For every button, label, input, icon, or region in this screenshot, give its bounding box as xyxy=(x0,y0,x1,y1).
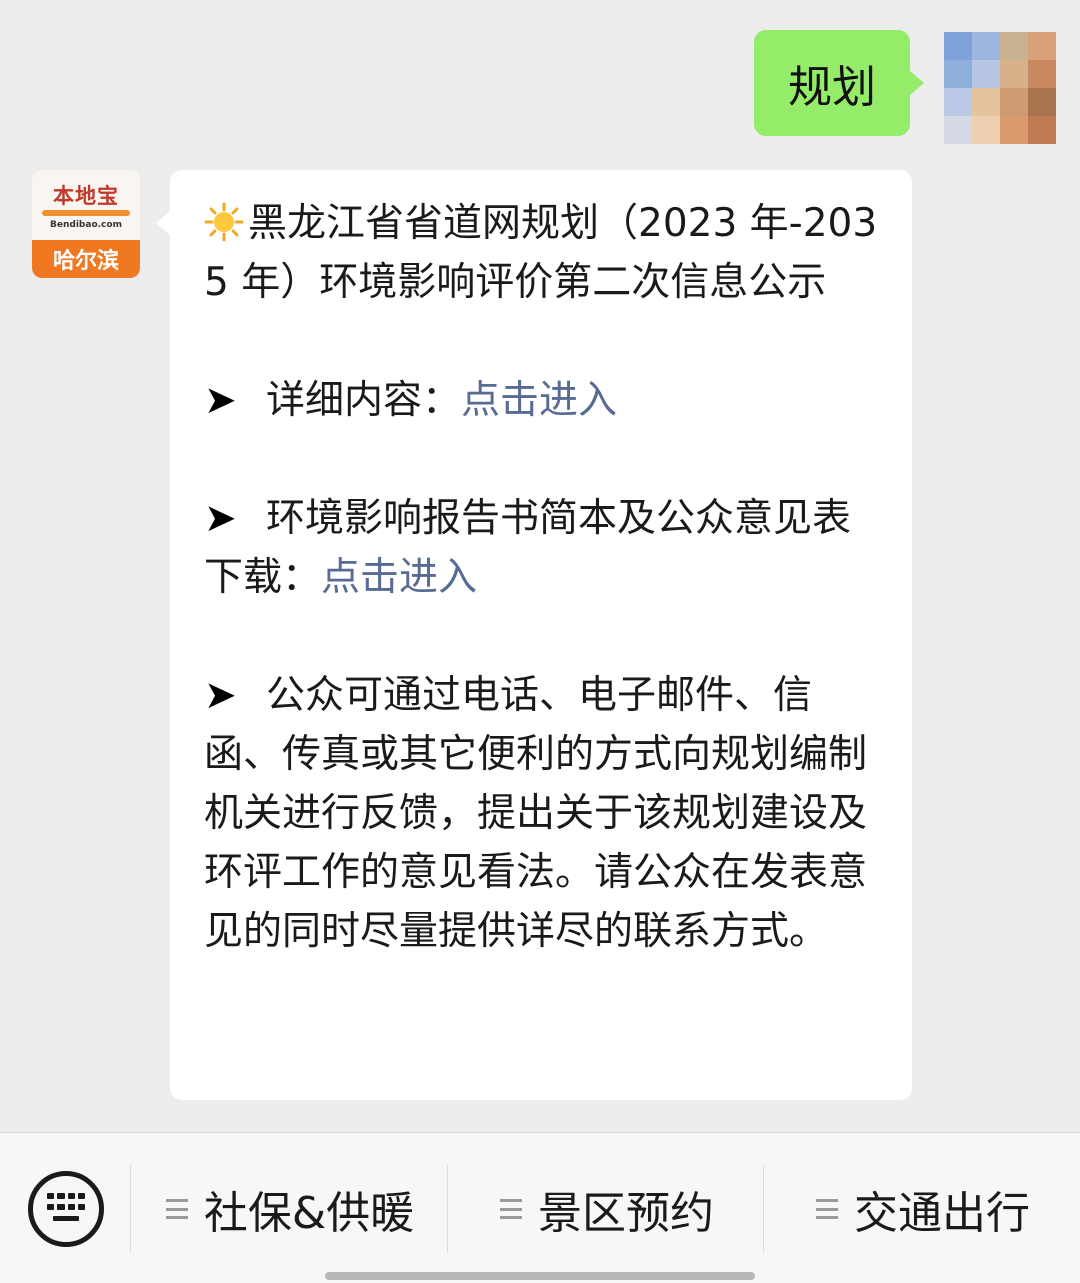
outgoing-message-text: 规划 xyxy=(788,62,876,113)
avatar-city-label: 哈尔滨 xyxy=(32,240,140,278)
keyboard-icon[interactable] xyxy=(28,1171,104,1247)
download-link[interactable]: 点击进入 xyxy=(321,555,477,600)
menu-item-social-security[interactable]: 社保&供暖 xyxy=(140,1181,440,1239)
menu-list-icon xyxy=(816,1199,838,1219)
message-title: 黑龙江省省道网规划（2023 年-2035 年）环境影响评价第二次信息公示 xyxy=(204,194,882,312)
menu-item-scenic-reservation[interactable]: 景区预约 xyxy=(457,1181,757,1239)
download-label: 环境影响报告书简本及公众意见表下载： xyxy=(204,496,852,600)
title-text: 黑龙江省省道网规划（2023 年-2035 年）环境影响评价第二次信息公示 xyxy=(204,201,878,305)
download-item: ➤ 环境影响报告书简本及公众意见表下载：点击进入 xyxy=(204,489,882,607)
menu-list-icon xyxy=(165,1199,188,1219)
arrow-right-icon: ➤ xyxy=(204,673,237,718)
menu-divider xyxy=(130,1165,131,1253)
avatar-domain-text: Bendibao.com xyxy=(50,220,122,230)
official-account-avatar[interactable]: 本地宝 Bendibao.com 哈尔滨 xyxy=(32,170,140,278)
home-indicator[interactable] xyxy=(325,1272,755,1280)
menu-list-icon xyxy=(500,1199,522,1219)
feedback-item: ➤ 公众可通过电话、电子邮件、信函、传真或其它便利的方式向规划编制机关进行反馈，提… xyxy=(204,666,882,961)
feedback-text: 公众可通过电话、电子邮件、信函、传真或其它便利的方式向规划编制机关进行反馈，提出… xyxy=(204,673,868,954)
menu-item-traffic[interactable]: 交通出行 xyxy=(773,1181,1073,1239)
outgoing-message-bubble[interactable]: 规划 xyxy=(754,30,924,136)
avatar-brand-text: 本地宝 xyxy=(53,184,119,208)
user-avatar[interactable] xyxy=(944,32,1056,144)
incoming-message-bubble[interactable]: 黑龙江省省道网规划（2023 年-2035 年）环境影响评价第二次信息公示 ➤ 详… xyxy=(156,170,912,1100)
sun-icon xyxy=(204,202,244,242)
menu-item-label: 交通出行 xyxy=(854,1188,1030,1239)
menu-item-label: 景区预约 xyxy=(538,1188,714,1239)
bottom-menu-bar: 社保&供暖 景区预约 交通出行 xyxy=(0,1132,1080,1283)
menu-item-label: 社保&供暖 xyxy=(203,1188,415,1239)
chat-screen: 规划 本地宝 Bendibao.com 哈尔滨 黑龙江省省道网规划（2023 年… xyxy=(0,0,1080,1283)
menu-divider xyxy=(447,1165,448,1253)
detail-link[interactable]: 点击进入 xyxy=(461,378,617,423)
arrow-right-icon: ➤ xyxy=(204,496,237,541)
arrow-right-icon: ➤ xyxy=(204,378,237,423)
detail-label: 详细内容： xyxy=(266,378,462,423)
avatar-swoosh xyxy=(42,210,130,216)
detail-item: ➤ 详细内容：点击进入 xyxy=(204,371,882,430)
menu-divider xyxy=(763,1165,764,1253)
